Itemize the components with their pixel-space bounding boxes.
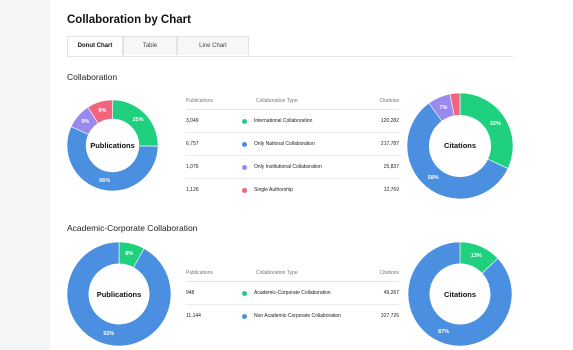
row-publications: 11,144: [186, 313, 201, 319]
collaboration-card: Collaboration by Chart Donut Chart Table…: [50, 0, 573, 350]
slice-percent-label: 92%: [103, 330, 115, 337]
table-header: Publications Collaboration Type Citation…: [186, 265, 399, 282]
legend-dot-icon: [242, 141, 247, 147]
header-publications: Publications: [186, 270, 213, 276]
row-type: Non Academic-Corporate Collaboration: [242, 305, 341, 327]
header-collaboration-type: Collaboration Type: [256, 270, 298, 276]
row-type-label: Only National Collaboration: [254, 141, 315, 147]
row-type: Only Institutional Collaboration: [242, 156, 322, 178]
table-row: 11,144 Non Academic-Corporate Collaborat…: [186, 305, 399, 327]
row-citations: 12,769: [383, 187, 399, 193]
donut-slice[interactable]: [459, 93, 513, 169]
section-title-collaboration: Collaboration: [67, 72, 118, 82]
header-citations: Citations: [379, 270, 399, 276]
row-type-label: Single Authorship: [254, 187, 293, 193]
row-citations: 120,282: [380, 118, 399, 124]
slice-percent-label: 56%: [99, 177, 111, 184]
donut-center-label: Publications: [90, 141, 135, 150]
slice-percent-label: 87%: [438, 328, 450, 335]
header-collaboration-type: Collaboration Type: [256, 98, 298, 104]
row-type-label: Academic-Corporate Collaboration: [254, 290, 331, 296]
legend-dot-icon: [242, 187, 247, 193]
row-publications: 1,076: [186, 164, 199, 170]
legend-dot-icon: [242, 164, 247, 170]
row-type-label: Only Institutional Collaboration: [254, 164, 322, 170]
tab-line-chart[interactable]: Line Chart: [177, 36, 249, 55]
row-publications: 948: [186, 290, 195, 296]
donut-publications-academic-corporate: Publications 8% 92%: [67, 242, 171, 346]
slice-percent-label: 13%: [470, 253, 482, 260]
slice-percent-label: 58%: [427, 175, 439, 182]
slice-percent-label: 25%: [132, 117, 144, 124]
donut-citations-collaboration: Citations 32% 58% 7%: [407, 93, 513, 199]
slice-percent-label: 32%: [489, 120, 501, 127]
row-citations: 49,267: [383, 290, 399, 296]
legend-dot-icon: [242, 313, 247, 319]
donut-citations-academic-corporate: Citations 13% 87%: [408, 242, 512, 346]
row-type: Only National Collaboration: [242, 133, 315, 155]
header-publications: Publications: [186, 98, 213, 104]
slice-percent-label: 9%: [81, 118, 90, 125]
tab-table[interactable]: Table: [123, 36, 177, 55]
page-title: Collaboration by Chart: [67, 14, 191, 26]
tab-donut-chart[interactable]: Donut Chart: [67, 36, 123, 56]
row-type-label: Non Academic-Corporate Collaboration: [254, 313, 341, 319]
row-citations: 217,787: [380, 141, 399, 147]
row-type: International Collaboration: [242, 110, 312, 132]
row-publications: 6,757: [186, 141, 199, 147]
section-title-academic-corporate: Academic-Corporate Collaboration: [67, 223, 198, 233]
slice-percent-label: 8%: [125, 251, 134, 258]
table-row: 3,049 International Collaboration 120,28…: [186, 110, 399, 133]
slice-percent-label: 9%: [98, 108, 107, 114]
table-row: 6,757 Only National Collaboration 217,78…: [186, 133, 399, 156]
row-type: Academic-Corporate Collaboration: [242, 282, 331, 304]
row-type: Single Authorship: [242, 179, 293, 201]
donut-center-label: Citations: [443, 290, 477, 299]
row-citations: 327,726: [380, 313, 399, 319]
table-header: Publications Collaboration Type Citation…: [186, 93, 399, 110]
donut-publications-collaboration: Publications 25% 56% 9% 9%: [67, 93, 158, 198]
donut-center-label: Citations: [443, 141, 477, 150]
slice-percent-label: 7%: [439, 104, 448, 111]
table-row: 948 Academic-Corporate Collaboration 49,…: [186, 282, 399, 305]
table-row: 1,076 Only Institutional Collaboration 2…: [186, 156, 399, 179]
donut-center-label: Publications: [96, 290, 142, 299]
row-citations: 25,837: [383, 164, 399, 170]
row-publications: 3,049: [186, 118, 199, 124]
row-publications: 1,126: [186, 187, 199, 193]
chart-tabs: Donut Chart Table Line Chart: [67, 36, 513, 57]
legend-dot-icon: [242, 290, 247, 296]
row-type-label: International Collaboration: [254, 118, 313, 124]
table-row: 1,126 Single Authorship 12,769: [186, 179, 399, 201]
collaboration-table: Publications Collaboration Type Citation…: [186, 93, 399, 201]
header-citations: Citations: [379, 98, 399, 104]
legend-dot-icon: [242, 118, 247, 124]
academic-corporate-table: Publications Collaboration Type Citation…: [186, 265, 399, 327]
